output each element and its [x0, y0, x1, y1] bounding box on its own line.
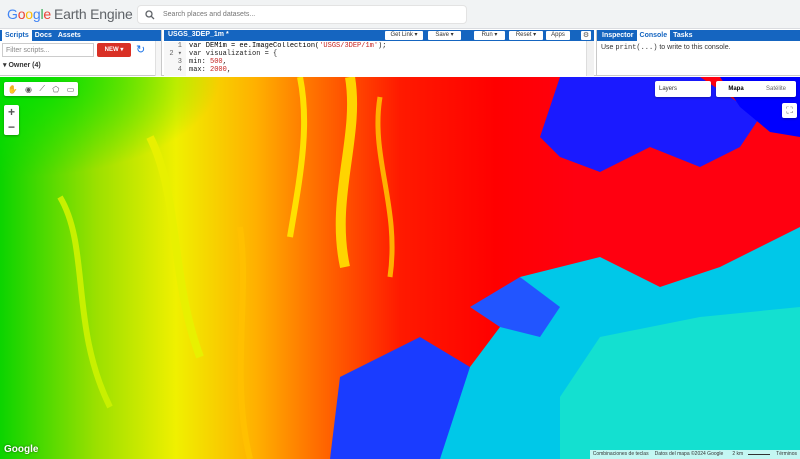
search-box[interactable]: Search places and datasets...: [137, 5, 467, 24]
code-token: ,: [226, 66, 232, 74]
logo-letter: G: [7, 6, 18, 22]
code-token: min:: [189, 58, 211, 66]
polygon-icon[interactable]: ⬠: [52, 85, 59, 94]
code-line: min: 500,: [189, 58, 386, 66]
scale-line: [748, 450, 771, 455]
code-token: var DEM1m = ee.ImageCollection(: [189, 42, 320, 50]
line-number: 1: [177, 42, 182, 50]
line-number: 2 ▾: [169, 50, 182, 58]
panels-row: Scripts Docs Assets Filter scripts... NE…: [0, 30, 800, 76]
editor-header: USGS_3DEP_1m * Get Link ▾ Save ▾ Run ▾ R…: [164, 30, 594, 41]
code-line: var visualization = {: [189, 50, 278, 58]
keyboard-shortcuts-link[interactable]: Combinaciones de teclas: [590, 450, 652, 459]
code-string: 'USGS/3DEP/1m': [319, 42, 379, 50]
layers-button[interactable]: Layers: [655, 81, 711, 97]
new-button[interactable]: NEW ▾: [97, 43, 131, 57]
terms-link[interactable]: Términos: [773, 450, 800, 459]
console-text: to write to this console.: [657, 44, 731, 51]
fullscreen-icon[interactable]: ⛶: [782, 103, 797, 118]
rectangle-icon[interactable]: ▭: [67, 85, 75, 94]
owner-folder[interactable]: ▾ Owner (4): [3, 61, 41, 69]
left-panel: Scripts Docs Assets Filter scripts... NE…: [0, 30, 162, 76]
map-type-satellite[interactable]: Satélite: [756, 81, 796, 97]
gear-icon[interactable]: ⚙: [581, 31, 591, 40]
code-lines: var DEM1m = ee.ImageCollection('USGS/3DE…: [189, 42, 386, 74]
map-canvas[interactable]: ✋ ◉ ⟋ ⬠ ▭ + − Layers Mapa Satélite ⛶ Goo…: [0, 77, 800, 459]
filter-row: Filter scripts... NEW ▾ ↻: [2, 43, 159, 57]
scale-bar[interactable]: 2 km: [726, 450, 773, 459]
map-data-text: Datos del mapa ©2024 Google: [654, 451, 724, 457]
code-area[interactable]: 1 2 ▾ 3 4 var DEM1m = ee.ImageCollection…: [164, 42, 588, 76]
tab-inspector[interactable]: Inspector: [599, 30, 637, 41]
scale-label: 2 km: [732, 451, 744, 457]
reset-button[interactable]: Reset ▾: [509, 31, 543, 40]
map-attribution: Combinaciones de teclas Datos del mapa ©…: [589, 450, 800, 459]
script-title: USGS_3DEP_1m *: [168, 31, 229, 38]
filter-scripts-input[interactable]: Filter scripts...: [2, 43, 94, 57]
map-type-map[interactable]: Mapa: [716, 81, 756, 97]
zoom-out-button[interactable]: −: [4, 120, 19, 135]
tab-assets[interactable]: Assets: [55, 30, 84, 41]
console-code: print(...): [615, 44, 658, 52]
code-number: 500: [210, 58, 223, 66]
tab-tasks[interactable]: Tasks: [670, 30, 695, 41]
code-number: 2000: [210, 66, 227, 74]
code-token: max:: [189, 66, 211, 74]
line-icon[interactable]: ⟋: [39, 84, 45, 94]
left-scrollbar[interactable]: [155, 41, 161, 76]
code-editor: USGS_3DEP_1m * Get Link ▾ Save ▾ Run ▾ R…: [164, 30, 594, 76]
right-tabs: Inspector Console Tasks: [597, 30, 800, 41]
hand-icon[interactable]: ✋: [8, 85, 18, 94]
line-number: 4: [177, 66, 182, 74]
top-bar: Google Earth Engine Search places and dat…: [0, 0, 800, 29]
logo-product-name: Earth Engine: [54, 6, 133, 22]
google-watermark: Google: [4, 444, 39, 455]
left-tabs: Scripts Docs Assets: [0, 30, 161, 41]
elevation-map-image: [0, 77, 800, 459]
tab-scripts[interactable]: Scripts: [2, 30, 32, 41]
run-button[interactable]: Run ▾: [474, 31, 505, 40]
code-line: var DEM1m = ee.ImageCollection('USGS/3DE…: [189, 42, 386, 50]
editor-scrollbar[interactable]: [586, 41, 594, 76]
line-gutter: 1 2 ▾ 3 4: [164, 42, 186, 76]
zoom-control: + −: [4, 105, 19, 135]
line-number: 3: [177, 58, 182, 66]
tab-docs[interactable]: Docs: [32, 30, 55, 41]
refresh-icon[interactable]: ↻: [136, 44, 148, 56]
get-link-button[interactable]: Get Link ▾: [385, 31, 423, 40]
search-icon: [145, 10, 155, 20]
code-line: max: 2000,: [189, 66, 386, 74]
zoom-in-button[interactable]: +: [4, 105, 19, 120]
search-placeholder: Search places and datasets...: [163, 11, 256, 18]
map-type-toggle: Mapa Satélite: [716, 81, 796, 97]
logo-letter: e: [43, 6, 51, 22]
tab-console[interactable]: Console: [636, 30, 671, 41]
console-text: Use: [601, 44, 616, 51]
code-token: ,: [222, 58, 227, 66]
right-panel: Inspector Console Tasks Use print(...) t…: [596, 30, 800, 76]
console-message: Use print(...) to write to this console.: [601, 44, 731, 52]
logo-letter: o: [25, 6, 33, 22]
marker-icon[interactable]: ◉: [25, 85, 32, 94]
apps-button[interactable]: Apps: [546, 31, 570, 40]
earth-engine-logo[interactable]: Google Earth Engine: [7, 6, 133, 22]
code-token: );: [378, 42, 387, 50]
drawing-tools: ✋ ◉ ⟋ ⬠ ▭: [4, 82, 78, 96]
save-button[interactable]: Save ▾: [428, 31, 461, 40]
